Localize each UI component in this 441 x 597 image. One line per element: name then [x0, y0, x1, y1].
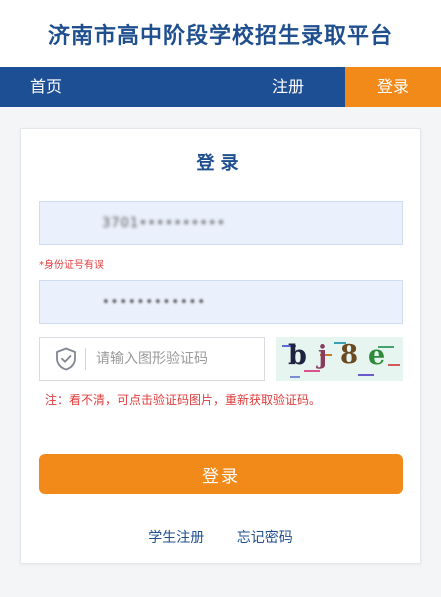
captcha-char-2: j [318, 340, 328, 369]
captcha-char-4: e [368, 340, 386, 371]
captcha-image[interactable]: b j 8 e [276, 337, 403, 381]
login-card: 登录 3701•••••••••• *身份证号有误 •••••••••••• 请… [20, 128, 421, 564]
password-value: •••••••••••• [102, 294, 207, 310]
login-title: 登录 [196, 153, 245, 174]
nav-home[interactable]: 首页 [30, 67, 62, 107]
id-error-message: *身份证号有误 [39, 260, 104, 271]
bottom-links: 学生注册 忘记密码 [21, 527, 420, 547]
nav-login[interactable]: 登录 [345, 67, 441, 107]
site-title: 济南市高中阶段学校招生录取平台 [47, 23, 393, 49]
id-number-value: 3701•••••••••• [102, 215, 226, 231]
id-number-field[interactable]: 3701•••••••••• [39, 201, 403, 245]
password-field[interactable]: •••••••••••• [39, 280, 403, 324]
site-header: 济南市高中阶段学校招生录取平台 [0, 0, 441, 67]
nav-register[interactable]: 注册 [272, 67, 304, 107]
login-button[interactable]: 登录 [39, 454, 403, 494]
captcha-input[interactable] [96, 351, 256, 367]
captcha-separator [85, 348, 86, 370]
nav-bar: 首页 注册 登录 [0, 67, 441, 107]
forgot-password-link[interactable]: 忘记密码 [237, 530, 293, 546]
shield-check-icon [55, 347, 77, 371]
captcha-input-box[interactable] [39, 337, 265, 381]
captcha-char-3: 8 [340, 340, 359, 370]
captcha-char-1: b [288, 340, 307, 371]
student-register-link[interactable]: 学生注册 [148, 530, 204, 546]
captcha-hint: 注：看不清，可点击验证码图片，重新获取验证码。 [45, 393, 322, 407]
